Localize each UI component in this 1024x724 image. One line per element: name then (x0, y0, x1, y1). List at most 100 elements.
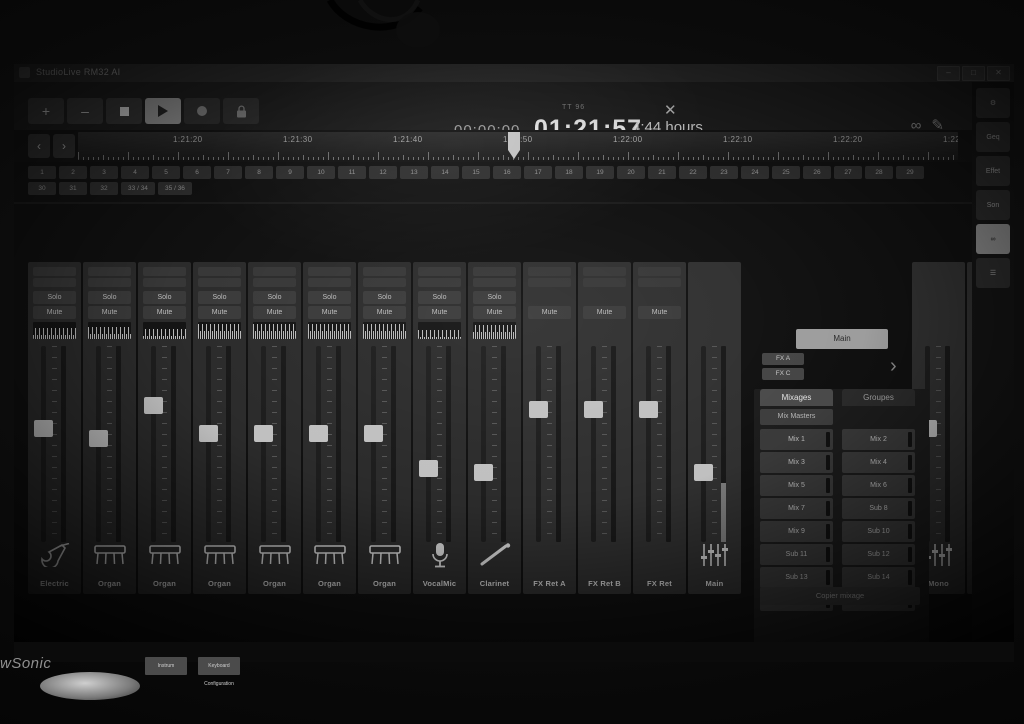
mix-list-item[interactable]: Sub 11 (760, 544, 833, 565)
solo-button[interactable]: Solo (363, 291, 406, 304)
channel-slot[interactable] (638, 267, 681, 276)
fader-handle[interactable] (199, 425, 218, 443)
mix-masters-button[interactable]: Mix Masters (760, 409, 833, 425)
fader-handle[interactable] (89, 430, 108, 448)
scene-pad[interactable]: 28 (865, 166, 893, 179)
scene-pad[interactable]: 4 (121, 166, 149, 179)
tab-mixages[interactable]: Mixages (760, 389, 833, 406)
close-timer-icon[interactable]: ✕ (664, 101, 677, 119)
channel-strip[interactable]: Solo Mute Organ (358, 262, 411, 594)
fader-track[interactable] (316, 346, 321, 542)
close-button[interactable]: ✕ (987, 66, 1010, 81)
fader-handle[interactable] (529, 400, 548, 418)
channel-name-label[interactable]: FX Ret B (578, 579, 631, 588)
channel-strip[interactable]: Mute FX Ret (633, 262, 686, 594)
fader-handle[interactable] (254, 425, 273, 443)
scene-pad[interactable]: 33 / 34 (121, 182, 155, 195)
geq-button[interactable]: Geq (976, 122, 1010, 152)
channel-slot[interactable] (198, 278, 241, 287)
scene-pad[interactable]: 1 (28, 166, 56, 179)
scene-pad[interactable]: 18 (555, 166, 583, 179)
eq-curve-display[interactable] (418, 322, 461, 339)
mute-button[interactable]: Mute (363, 306, 406, 319)
fader-track[interactable] (261, 346, 266, 542)
scene-pad[interactable]: 21 (648, 166, 676, 179)
channel-strip[interactable]: Mute FX Ret B (578, 262, 631, 594)
channel-slot[interactable] (363, 267, 406, 276)
fader-handle[interactable] (309, 425, 328, 443)
mix-list-item[interactable]: Mix 2 (842, 429, 915, 450)
solo-button[interactable]: Solo (198, 291, 241, 304)
fader-track[interactable] (41, 346, 46, 542)
channel-name-label[interactable]: Organ (83, 579, 136, 588)
scene-pad[interactable]: 35 / 36 (158, 182, 192, 195)
channel-slot[interactable] (253, 267, 296, 276)
mute-button[interactable]: Mute (143, 306, 186, 319)
minimize-button[interactable]: – (937, 66, 960, 81)
solo-button[interactable]: Solo (253, 291, 296, 304)
scene-pad[interactable]: 29 (896, 166, 924, 179)
scene-pad[interactable]: 9 (276, 166, 304, 179)
channel-name-label[interactable]: VocalMic (413, 579, 466, 588)
fader-handle[interactable] (34, 419, 53, 437)
mute-button[interactable]: Mute (473, 306, 516, 319)
channel-slot[interactable] (638, 278, 681, 287)
mute-button[interactable]: Mute (638, 306, 681, 319)
channel-strip[interactable]: Solo Mute Organ (193, 262, 246, 594)
fader-track[interactable] (701, 346, 706, 542)
fader-handle[interactable] (584, 400, 603, 418)
channel-name-label[interactable]: FX Ret (633, 579, 686, 588)
mute-button[interactable]: Mute (88, 306, 131, 319)
scene-pad[interactable]: 17 (524, 166, 552, 179)
scene-pad[interactable]: 23 (710, 166, 738, 179)
eq-curve-display[interactable] (88, 322, 131, 339)
fader-track[interactable] (536, 346, 541, 542)
fader-track[interactable] (151, 346, 156, 542)
channel-strip[interactable]: Solo Mute Organ (303, 262, 356, 594)
solo-button[interactable]: Solo (143, 291, 186, 304)
scene-pad[interactable]: 27 (834, 166, 862, 179)
fader-handle[interactable] (694, 463, 713, 481)
mute-button[interactable]: Mute (583, 306, 626, 319)
scene-pad[interactable]: 2 (59, 166, 87, 179)
maximize-button[interactable]: □ (962, 66, 985, 81)
scene-pad[interactable]: 8 (245, 166, 273, 179)
channel-strip[interactable]: Solo Mute Electric (28, 262, 81, 594)
channel-slot[interactable] (143, 278, 186, 287)
scene-pad[interactable]: 6 (183, 166, 211, 179)
fader-track[interactable] (371, 346, 376, 542)
channel-name-label[interactable]: Electric (28, 579, 81, 588)
solo-button[interactable]: Solo (473, 291, 516, 304)
fader-handle[interactable] (364, 425, 383, 443)
solo-button[interactable]: Solo (33, 291, 76, 304)
eq-curve-display[interactable] (363, 322, 406, 339)
channel-name-label[interactable]: Main (688, 579, 741, 588)
mute-button[interactable]: Mute (33, 306, 76, 319)
scene-pad[interactable]: 30 (28, 182, 56, 195)
eq-curve-display[interactable] (308, 322, 351, 339)
fader-track[interactable] (481, 346, 486, 542)
channel-name-label[interactable]: Organ (248, 579, 301, 588)
channel-slot[interactable] (88, 267, 131, 276)
scene-pad[interactable]: 11 (338, 166, 366, 179)
playhead[interactable] (508, 132, 520, 160)
mix-list-item[interactable]: Mix 3 (760, 452, 833, 473)
channel-name-label[interactable]: Clarinet (468, 579, 521, 588)
scene-pad[interactable]: 10 (307, 166, 335, 179)
scene-pad[interactable]: 22 (679, 166, 707, 179)
mix-list-item[interactable]: Mix 5 (760, 475, 833, 496)
scene-pad[interactable]: 31 (59, 182, 87, 195)
mix-list-item[interactable]: Mix 1 (760, 429, 833, 450)
scene-pad[interactable]: 13 (400, 166, 428, 179)
copy-mix-button[interactable]: Copier mixage (760, 587, 920, 605)
channel-slot[interactable] (198, 267, 241, 276)
channel-slot[interactable] (528, 278, 571, 287)
channel-name-label[interactable]: Organ (138, 579, 191, 588)
mute-button[interactable]: Mute (528, 306, 571, 319)
mute-button[interactable]: Mute (253, 306, 296, 319)
scene-pad[interactable]: 5 (152, 166, 180, 179)
channel-strip[interactable]: Solo Mute Organ (138, 262, 191, 594)
channel-slot[interactable] (418, 278, 461, 287)
mute-button[interactable]: Mute (418, 306, 461, 319)
channel-slot[interactable] (253, 278, 296, 287)
